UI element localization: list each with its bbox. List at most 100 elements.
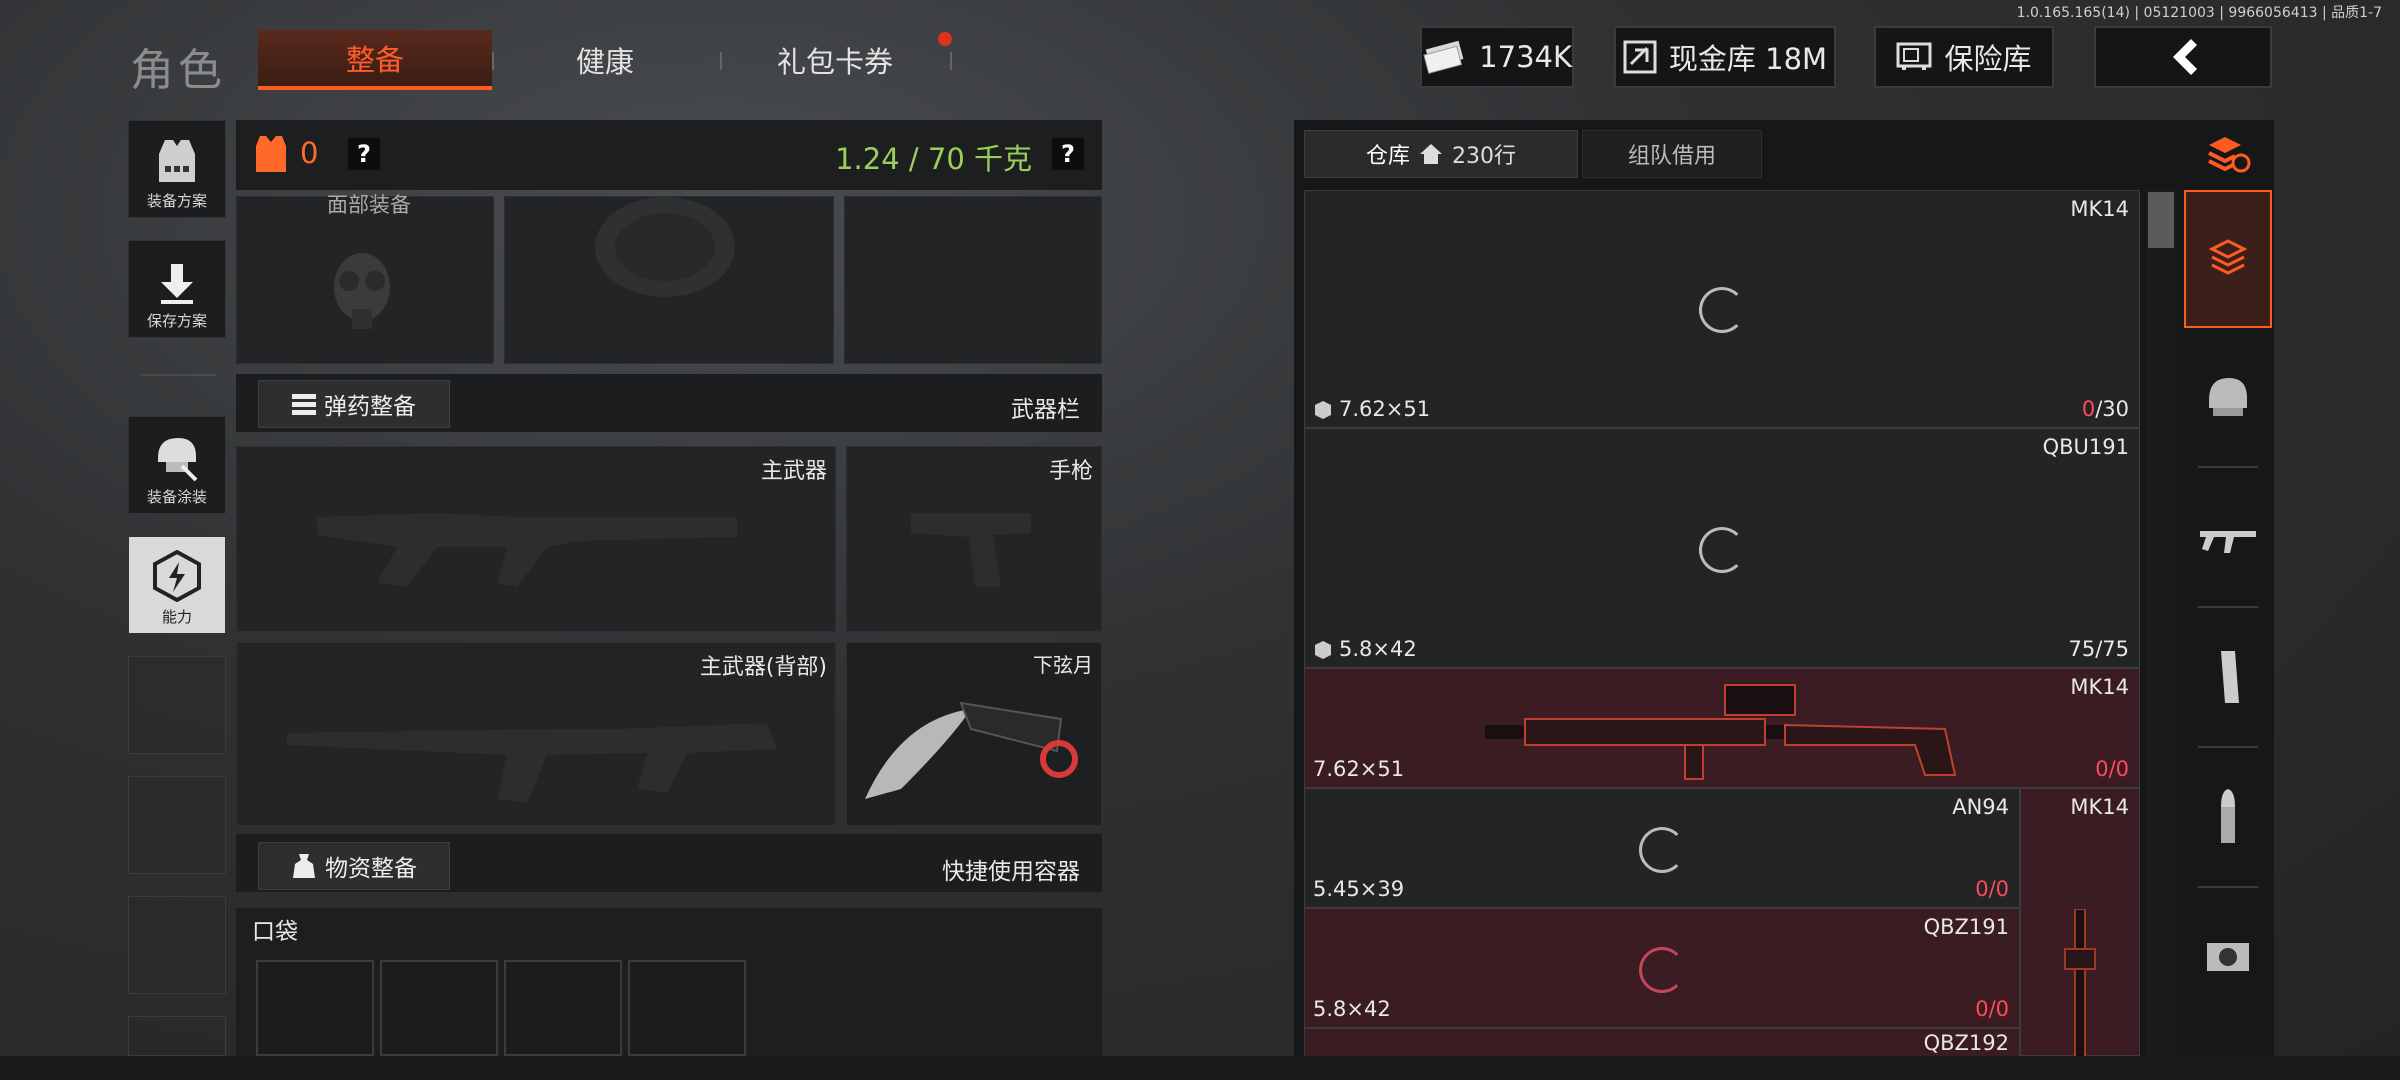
face-gear-label: 面部装备 <box>327 193 411 217</box>
ammo-list-icon <box>292 394 316 415</box>
weight-help-button[interactable]: ? <box>1052 138 1084 170</box>
face-gear-slot[interactable]: 面部装备 <box>236 193 494 364</box>
category-scope[interactable] <box>2184 888 2272 1026</box>
rifle-icon <box>2200 531 2256 553</box>
rope-icon <box>595 197 735 297</box>
storage-item[interactable]: QBZ192 <box>1304 1028 2020 1056</box>
pocket-panel: 口袋 <box>236 908 1102 1056</box>
storage-item[interactable]: MK14 <box>2020 788 2140 1056</box>
tab-equipment[interactable]: 整备 <box>258 30 492 90</box>
item-count-capacity: /0 <box>2108 757 2129 781</box>
storage-grid: MK14 7.62×51 0/30 QBU191 5.8×42 75/75 MK… <box>1304 190 2140 1056</box>
notification-dot <box>938 32 952 46</box>
tab-health[interactable]: 健康 <box>492 30 718 90</box>
item-count: 0/30 <box>2082 397 2129 421</box>
item-count-capacity: /30 <box>2095 397 2129 421</box>
karambit-knife-icon <box>865 701 1078 799</box>
cash-icon <box>1423 40 1464 74</box>
category-rifle[interactable] <box>2184 468 2272 606</box>
category-refresh[interactable] <box>2184 120 2272 190</box>
back-button[interactable] <box>2094 26 2272 88</box>
melee-slot[interactable]: 下弦月 <box>846 642 1102 826</box>
item-name: MK14 <box>2070 197 2129 221</box>
loading-spinner-icon <box>1639 947 1685 993</box>
sidebar-empty-slot <box>128 776 226 874</box>
sidebar-item-gear-skin[interactable]: 装备涂装 <box>128 416 226 514</box>
loadout-header: 0 ? 1.24 / 70 千克 ? <box>236 120 1102 190</box>
category-helmet[interactable] <box>2184 328 2272 466</box>
sidebar-item-save-plan[interactable]: 保存方案 <box>128 240 226 338</box>
storage-scrollbar[interactable] <box>2146 190 2176 1056</box>
supply-loadout-label: 物资整备 <box>325 856 417 882</box>
primary-weapon-slot[interactable]: 主武器 <box>236 446 836 632</box>
item-name: MK14 <box>2070 795 2129 819</box>
item-name: QBZ191 <box>1923 915 2009 939</box>
storage-item[interactable]: MK14 7.62×51 0/0 <box>1304 668 2140 788</box>
cash-vault-label: 现金库 18M <box>1668 42 1828 76</box>
category-all[interactable] <box>2184 190 2272 328</box>
tab-separator <box>950 52 952 70</box>
item-ammo-text: 5.8×42 <box>1313 997 1391 1021</box>
back-arrow-icon <box>2173 39 2197 75</box>
download-icon <box>161 264 193 304</box>
mk14-rifle-icon <box>1485 684 1957 780</box>
primary-weapon-back-slot[interactable]: 主武器(背部) <box>236 642 836 826</box>
empty-gear-slot[interactable] <box>844 196 1102 364</box>
storage-item[interactable]: MK14 7.62×51 0/30 <box>1304 190 2140 428</box>
item-ammo-text: 7.62×51 <box>1339 397 1431 421</box>
sidebar-item-ability[interactable]: 能力 <box>128 536 226 634</box>
supply-section-bar: 物资整备 快捷使用容器 <box>236 834 1102 892</box>
supply-loadout-button[interactable]: 物资整备 <box>258 842 450 890</box>
pistol-silhouette-icon <box>911 513 1031 587</box>
item-count-loaded: 0 <box>1975 877 1989 901</box>
helmet-skin-icon <box>158 438 198 482</box>
pocket-slot[interactable] <box>504 960 622 1056</box>
category-magazine[interactable] <box>2184 608 2272 746</box>
helmet-icon <box>2209 378 2247 416</box>
ammo-section-bar: 弹药整备 武器栏 <box>236 374 1102 432</box>
tab-team-borrow[interactable]: 组队借用 <box>1582 130 1762 178</box>
ammo-box-icon <box>1315 401 1331 419</box>
ammo-loadout-label: 弹药整备 <box>324 394 416 420</box>
item-count: 0/0 <box>1975 997 2009 1021</box>
pocket-slot[interactable] <box>380 960 498 1056</box>
ability-icon <box>153 550 201 602</box>
pocket-slot[interactable] <box>256 960 374 1056</box>
ammo-box-icon <box>1315 641 1331 659</box>
item-count-loaded: 0 <box>2095 757 2109 781</box>
storage-item[interactable]: AN94 5.45×39 0/0 <box>1304 788 2020 908</box>
pocket-label: 口袋 <box>252 919 298 945</box>
tab-gift-coupons[interactable]: 礼包卡券 <box>722 30 948 90</box>
cash-vault-button[interactable]: 现金库 18M <box>1614 26 1836 88</box>
body-gear-slot[interactable] <box>504 196 834 364</box>
storage-rows: 230行 <box>1452 144 1516 169</box>
supply-bag-icon <box>293 854 315 878</box>
melee-label: 下弦月 <box>1033 653 1093 677</box>
pistol-slot[interactable]: 手枪 <box>846 446 1102 632</box>
tab-storage-label: 仓库 <box>1365 144 1410 169</box>
armor-icon <box>256 136 286 172</box>
tab-storage[interactable]: 仓库 230行 <box>1304 130 1578 178</box>
armor-help-button[interactable]: ? <box>348 138 380 170</box>
item-count: 75/75 <box>2068 637 2129 661</box>
weight-display: 1.24 / 70 千克 <box>835 142 1032 176</box>
storage-item[interactable]: QBU191 5.8×42 75/75 <box>1304 428 2140 668</box>
bottom-bar <box>0 1056 2400 1080</box>
scope-icon <box>2207 943 2249 971</box>
item-ammo-text: 5.8×42 <box>1339 637 1417 661</box>
safe-button[interactable]: 保险库 <box>1874 26 2054 88</box>
sidebar-item-loadout-plan[interactable]: 装备方案 <box>128 120 226 218</box>
cash-display[interactable]: 1734K <box>1420 26 1574 88</box>
storage-item[interactable]: QBZ191 5.8×42 0/0 <box>1304 908 2020 1028</box>
item-count-loaded: 0 <box>2081 397 2096 421</box>
home-icon <box>1420 144 1442 164</box>
category-ammo[interactable] <box>2184 748 2272 886</box>
item-ammo-text: 5.45×39 <box>1313 877 1405 901</box>
sidebar-item-label: 保存方案 <box>146 312 207 330</box>
sidebar-item-label: 装备涂装 <box>146 488 207 506</box>
storage-scrollbar-thumb[interactable] <box>2148 192 2174 248</box>
ammo-loadout-button[interactable]: 弹药整备 <box>258 380 450 428</box>
item-ammo: 5.8×42 <box>1313 637 1417 661</box>
gas-mask-icon <box>334 253 390 329</box>
pocket-slot[interactable] <box>628 960 746 1056</box>
